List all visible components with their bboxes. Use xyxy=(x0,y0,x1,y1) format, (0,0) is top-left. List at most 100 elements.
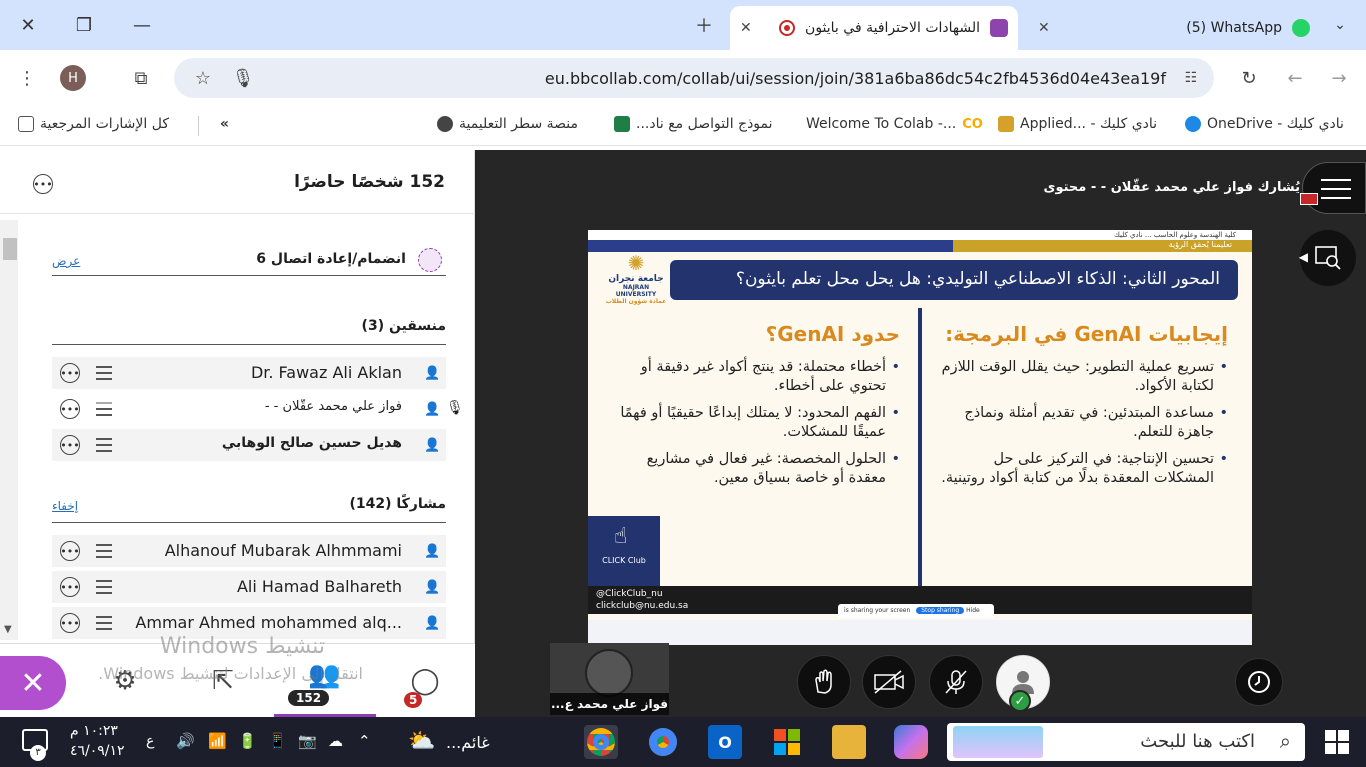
close-window-icon[interactable]: ✕ xyxy=(10,8,46,42)
attendee-more-icon[interactable]: ••• xyxy=(60,435,80,455)
hide-link[interactable]: إخفاء xyxy=(52,499,78,513)
microphone-toggle-button[interactable] xyxy=(929,655,983,709)
coordinator-row[interactable]: 👤 Dr. Fawaz Ali Aklan ••• xyxy=(52,357,446,389)
minimize-window-icon[interactable]: — xyxy=(124,8,160,42)
close-tab-icon[interactable]: ✕ xyxy=(1038,20,1050,36)
sharing-status-text: يُشارك فواز علي محمد عقّلان - - محتوى xyxy=(1043,180,1300,195)
clock-time[interactable]: ١٠:٢٣ م xyxy=(70,723,118,739)
site-settings-icon[interactable]: ☷ xyxy=(1176,63,1206,93)
address-bar[interactable]: ☆ 🎙 eu.bbcollab.com/collab/ui/session/jo… xyxy=(174,58,1214,98)
attendee-name: فواز علي محمد عقّلان - - xyxy=(264,399,402,414)
slide-tagline: تعليمنا يُحقق الرؤية xyxy=(1168,240,1232,249)
pros-item: مساعدة المبتدئين: في تقديم أمثلة ونماذج … xyxy=(938,404,1228,442)
outlook-taskbar-icon[interactable]: O xyxy=(708,725,742,759)
extensions-icon[interactable]: ⧉ xyxy=(126,63,156,93)
bookmark-applied[interactable]: نادي كليك - ...Applied xyxy=(998,116,1157,132)
presenter-video[interactable]: فواز علي محمد ع... xyxy=(550,643,669,715)
person-icon: 👤 xyxy=(424,366,441,381)
scrollbar-thumb[interactable] xyxy=(3,238,17,260)
restore-window-icon[interactable]: ❐ xyxy=(66,8,102,42)
copilot-taskbar-icon[interactable] xyxy=(894,725,928,759)
attendee-list-icon xyxy=(96,366,112,380)
attendee-more-icon[interactable]: ••• xyxy=(60,363,80,383)
reload-icon[interactable]: ↻ xyxy=(1234,63,1264,93)
attendee-more-icon[interactable]: ••• xyxy=(60,541,80,561)
microphone-icon[interactable]: 🎙 xyxy=(228,63,258,93)
camera-tray-icon[interactable]: 📷 xyxy=(298,732,317,750)
hand-icon xyxy=(815,669,832,694)
scroll-down-arrow-icon[interactable]: ▼ xyxy=(4,624,12,635)
raise-hand-button[interactable] xyxy=(797,655,851,709)
leave-session-button[interactable]: ✕ xyxy=(0,656,66,710)
more-bookmarks-chevron-icon[interactable]: » xyxy=(220,116,229,132)
tab-search-chevron-down-icon[interactable]: ⌄ xyxy=(1322,8,1358,42)
session-menu-button[interactable] xyxy=(1302,162,1366,214)
pros-item: تسريع عملية التطوير: حيث يقلل الوقت اللا… xyxy=(938,358,1228,396)
store-taskbar-icon[interactable] xyxy=(770,725,804,759)
search-highlight-image xyxy=(953,726,1043,758)
clock-date[interactable]: ٤٦/٠٩/١٢ xyxy=(70,743,125,759)
windows-start-icon[interactable] xyxy=(1325,730,1349,754)
tab-whatsapp[interactable]: (5) WhatsApp ✕ xyxy=(1030,6,1320,50)
store-logo-icon xyxy=(774,729,800,755)
hamburger-line xyxy=(1321,188,1351,190)
attendee-more-icon[interactable]: ••• xyxy=(60,577,80,597)
section-divider xyxy=(52,344,446,345)
attendee-list-icon xyxy=(96,402,112,416)
bookmark-star-icon[interactable]: ☆ xyxy=(188,63,218,93)
show-hidden-icons-chevron-icon[interactable]: ⌃ xyxy=(358,732,371,750)
chrome-profile-taskbar-icon[interactable] xyxy=(646,725,680,759)
close-tab-icon[interactable]: ✕ xyxy=(740,20,752,36)
all-bookmarks-button[interactable]: كل الإشارات المرجعية xyxy=(18,116,169,132)
windows-activation-subtitle: انتقل إلى الإعدادات لتنشيط Windows. xyxy=(98,664,363,683)
back-icon[interactable]: ← xyxy=(1280,63,1310,93)
attendee-more-icon[interactable]: ••• xyxy=(60,613,80,633)
presenter-avatar xyxy=(585,649,633,697)
presenter-name: فواز علي محمد ع... xyxy=(550,693,669,715)
bookmark-satr[interactable]: منصة سطر التعليمية xyxy=(437,116,578,132)
attendee-more-icon[interactable]: ••• xyxy=(60,399,80,419)
coordinator-row[interactable]: 👤 فواز علي محمد عقّلان - - ••• xyxy=(52,393,446,425)
cursor-logo-icon: ☝ xyxy=(614,524,628,549)
windows-activation-title: تنشيط Windows xyxy=(159,634,325,659)
volume-icon[interactable]: 🔊 xyxy=(176,732,195,750)
chrome-taskbar-icon[interactable] xyxy=(584,725,618,759)
coordinator-row[interactable]: 👤 هديل حسين صالح الوهابي ••• xyxy=(52,429,446,461)
collapse-chevron-icon[interactable]: ◀ xyxy=(1299,250,1308,264)
my-status-button[interactable]: ✓ xyxy=(996,655,1050,712)
limits-item: الفهم المحدود: لا يمتلك إبداعًا حقيقيًا … xyxy=(610,404,900,442)
participant-row[interactable]: 👤 Alhanouf Mubarak Alhmmami ••• xyxy=(52,535,446,567)
onedrive-cloud-icon xyxy=(1185,116,1201,132)
battery-icon[interactable]: 🔋 xyxy=(238,732,257,750)
pros-list: تسريع عملية التطوير: حيث يقلل الوقت اللا… xyxy=(938,358,1228,496)
timer-button[interactable] xyxy=(1235,658,1283,706)
taskbar-search-box[interactable]: ⌕ اكتب هنا للبحث xyxy=(947,723,1305,761)
slide-column-divider xyxy=(918,308,922,588)
weather-text[interactable]: غائم... xyxy=(446,733,490,752)
limits-item: أخطاء محتملة: قد ينتج أكواد غير دقيقة أو… xyxy=(610,358,900,396)
zoom-content-button[interactable] xyxy=(1300,230,1356,286)
camera-toggle-button[interactable] xyxy=(862,655,916,709)
attendee-name: Alhanouf Mubarak Alhmmami xyxy=(164,541,402,560)
profile-avatar[interactable]: H xyxy=(58,63,88,93)
panel-scrollbar[interactable] xyxy=(0,220,18,640)
bookmark-colab[interactable]: Welcome To Colab -... CO xyxy=(806,116,983,132)
bookmark-onedrive[interactable]: نادي كليك - OneDrive xyxy=(1185,116,1344,132)
shared-slide: كلية الهندسة وعلوم الحاسب ... نادي كليك … xyxy=(588,230,1252,645)
wifi-icon[interactable]: 📶 xyxy=(208,732,227,750)
participant-row[interactable]: 👤 Ali Hamad Balhareth ••• xyxy=(52,571,446,603)
phone-link-icon[interactable]: 📱 xyxy=(268,732,287,750)
new-tab-icon[interactable]: ＋ xyxy=(686,8,722,42)
more-options-icon[interactable]: ••• xyxy=(33,174,53,194)
view-link[interactable]: عرض xyxy=(52,254,80,268)
onedrive-tray-icon[interactable]: ☁ xyxy=(328,732,343,750)
file-explorer-taskbar-icon[interactable] xyxy=(832,725,866,759)
menu-kebab-icon[interactable]: ⋮ xyxy=(12,63,42,93)
forward-icon[interactable]: → xyxy=(1324,63,1354,93)
tab-collab-session[interactable]: الشهادات الاحترافية في بايثون ✕ xyxy=(730,6,1018,50)
bookmark-contact-form[interactable]: نموذج التواصل مع ناد... xyxy=(614,116,773,132)
weather-icon[interactable]: ⛅ xyxy=(408,729,435,754)
chrome-logo-icon xyxy=(587,728,615,756)
input-language[interactable]: ع xyxy=(146,733,154,749)
bookmarks-bar: كل الإشارات المرجعية » منصة سطر التعليمي… xyxy=(0,106,1366,146)
